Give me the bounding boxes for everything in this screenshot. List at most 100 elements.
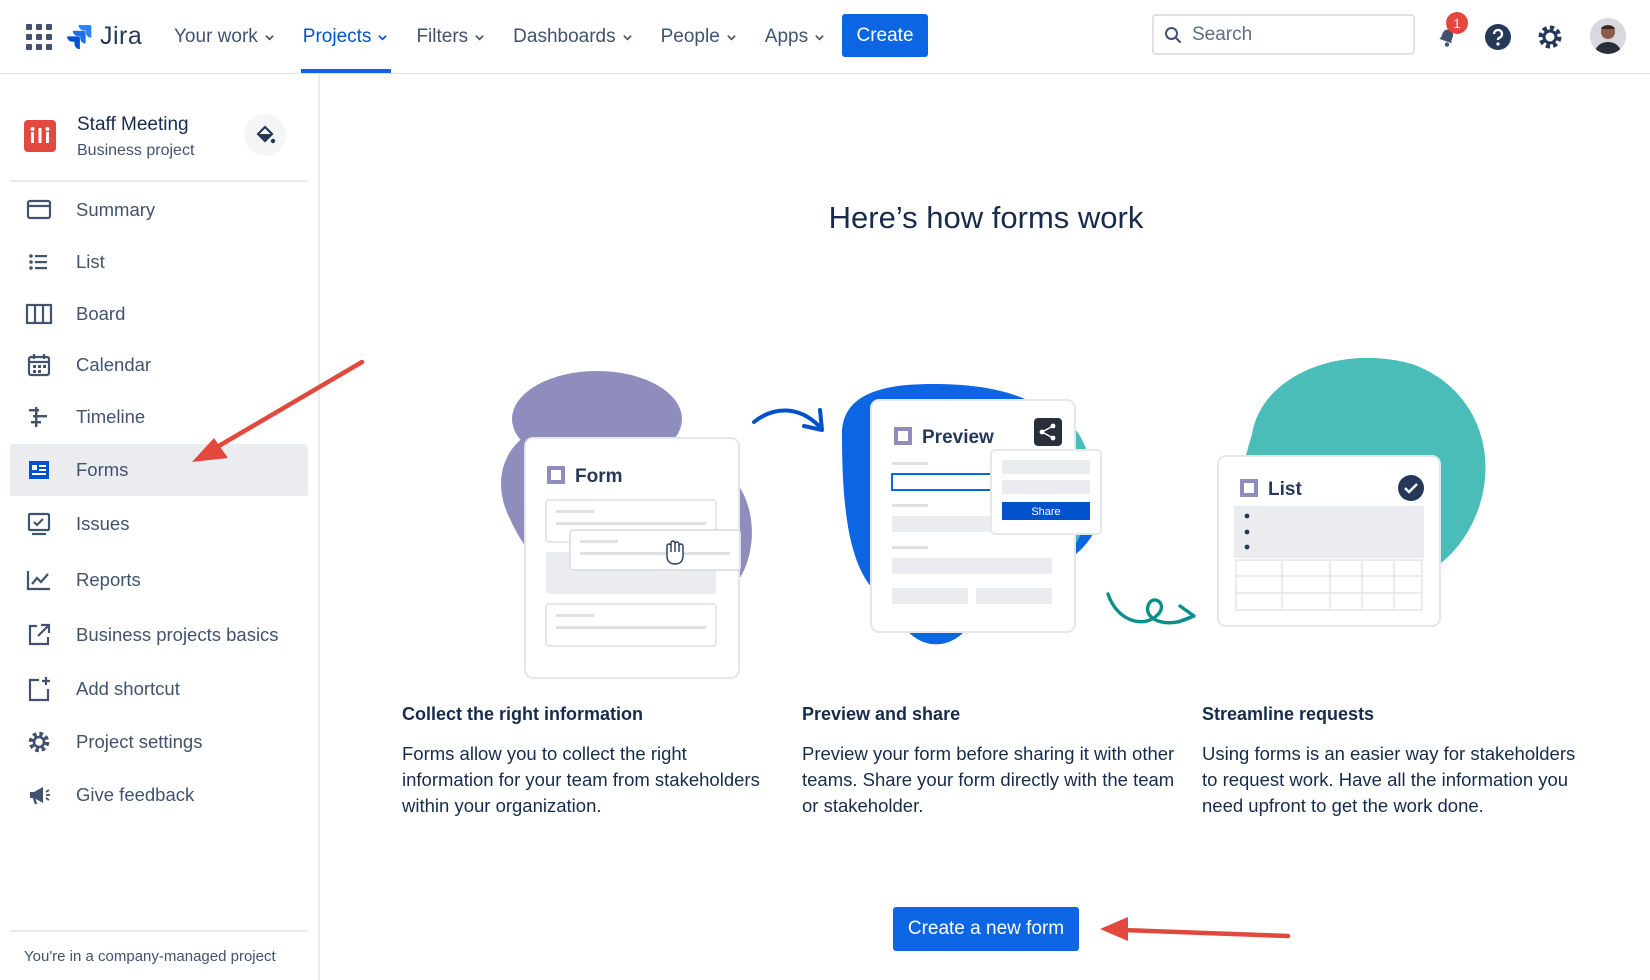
list-icon [24, 247, 54, 277]
nav-projects-label: Projects [302, 26, 372, 47]
chevron-down-icon [727, 34, 736, 41]
nav-your-work[interactable]: Your work [160, 0, 289, 74]
sidebar-item-label: Project settings [76, 731, 203, 752]
page-title: Here’s how forms work [828, 200, 1144, 235]
sidebar-footer-text: You're in a company-managed project [24, 948, 276, 965]
sidebar-item-project-settings[interactable]: Project settings [10, 716, 308, 768]
feature-body: Preview your form before sharing it with… [802, 743, 1175, 816]
top-navigation: Jira Your work Projects Filters Dashboar… [0, 0, 1650, 74]
sidebar-item-label: Board [76, 303, 126, 324]
feature-preview: Preview and share Preview your form befo… [802, 704, 1182, 819]
nav-apps[interactable]: Apps [751, 0, 839, 74]
settings-button[interactable] [1531, 18, 1569, 56]
search-icon [1165, 26, 1182, 43]
preview-card-illustration: Preview Share [842, 384, 1102, 645]
chevron-down-icon [475, 34, 484, 41]
feature-streamline: Streamline requests Using forms is an ea… [1202, 704, 1582, 819]
sidebar-item-label: Calendar [76, 354, 152, 375]
nav-people[interactable]: People [647, 0, 751, 74]
timeline-icon [24, 402, 54, 432]
app-switcher-icon[interactable] [26, 24, 52, 50]
paint-bucket-icon [256, 125, 276, 144]
search-input[interactable] [1192, 23, 1392, 46]
active-nav-indicator [301, 69, 391, 73]
sidebar-item-list[interactable]: List [10, 236, 308, 288]
list-card-illustration: List [1217, 357, 1486, 627]
forms-icon [24, 455, 54, 485]
share-button-label: Share [1031, 506, 1060, 518]
project-name: Staff Meeting [77, 114, 189, 135]
sidebar-item-board[interactable]: Board [10, 288, 308, 340]
sidebar-item-business-basics[interactable]: Business projects basics [10, 609, 308, 661]
sidebar-item-label: Forms [76, 459, 129, 480]
user-avatar-icon [1590, 18, 1626, 54]
nav-apps-label: Apps [764, 26, 809, 47]
sidebar-item-label: Business projects basics [76, 624, 279, 645]
nav-filters-label: Filters [416, 26, 469, 47]
help-icon [1485, 24, 1511, 50]
form-card-title: Form [575, 466, 623, 487]
search-box[interactable] [1152, 14, 1415, 55]
sidebar-item-add-shortcut[interactable]: Add shortcut [10, 663, 308, 715]
feature-body: Forms allow you to collect the right inf… [402, 743, 760, 816]
create-new-form-button[interactable]: Create a new form [893, 907, 1079, 951]
help-button[interactable] [1479, 18, 1517, 56]
sidebar-item-label: Issues [76, 513, 130, 534]
sidebar-item-summary[interactable]: Summary [10, 184, 308, 236]
sidebar-item-label: List [76, 251, 105, 272]
sidebar-item-reports[interactable]: Reports [10, 554, 308, 606]
nav-dashboards-label: Dashboards [513, 26, 616, 47]
project-header[interactable]: Staff Meeting Business project [24, 114, 294, 174]
form-card-illustration: Form [501, 371, 752, 679]
sidebar-item-label: Reports [76, 569, 141, 590]
issues-icon [24, 509, 54, 539]
chevron-down-icon [378, 34, 388, 41]
sidebar-item-timeline[interactable]: Timeline [10, 391, 308, 443]
calendar-icon [24, 350, 54, 380]
project-type: Business project [77, 142, 195, 159]
sidebar-item-label: Add shortcut [76, 678, 180, 699]
create-button[interactable]: Create [842, 14, 928, 57]
forms-empty-state: Here’s how forms work Form Preview Share… [322, 74, 1650, 980]
gear-icon [24, 727, 54, 757]
sidebar-footer-divider [10, 930, 308, 932]
feature-heading: Preview and share [802, 704, 961, 724]
gear-icon [1538, 25, 1562, 49]
nav-people-label: People [660, 26, 720, 47]
feature-body: Using forms is an easier way for stakeho… [1202, 743, 1576, 816]
sidebar-item-label: Give feedback [76, 784, 195, 805]
avatar[interactable] [1590, 18, 1626, 54]
jira-logo-text: Jira [100, 21, 143, 50]
sidebar-divider [10, 180, 308, 182]
chevron-down-icon [265, 34, 274, 41]
notifications-button[interactable]: 1 [1428, 12, 1468, 56]
nav-projects[interactable]: Projects [289, 0, 403, 74]
chevron-down-icon [815, 34, 824, 41]
forms-illustration: Form Preview Share List [501, 357, 1486, 679]
theme-button[interactable] [244, 114, 286, 156]
feature-heading: Collect the right information [402, 704, 643, 724]
sidebar-item-label: Timeline [76, 406, 146, 427]
sidebar-item-give-feedback[interactable]: Give feedback [10, 769, 308, 821]
jira-logo[interactable]: Jira [66, 18, 142, 54]
megaphone-icon [24, 780, 54, 810]
sidebar-item-issues[interactable]: Issues [10, 498, 308, 550]
summary-icon [24, 195, 54, 225]
project-avatar-icon [24, 120, 56, 152]
jira-logo-icon [67, 25, 92, 49]
external-link-icon [24, 620, 54, 650]
chevron-down-icon [622, 34, 632, 41]
nav-filters[interactable]: Filters [402, 0, 499, 74]
project-sidebar: Staff Meeting Business project Summary L… [0, 74, 320, 980]
list-card-title: List [1268, 479, 1302, 500]
add-shortcut-icon [24, 674, 54, 704]
sidebar-item-label: Summary [76, 199, 156, 220]
nav-your-work-label: Your work [174, 26, 258, 47]
sidebar-item-forms[interactable]: Forms [10, 444, 308, 496]
nav-dashboards[interactable]: Dashboards [499, 0, 646, 74]
sidebar-item-calendar[interactable]: Calendar [10, 339, 308, 391]
board-icon [24, 299, 54, 329]
reports-icon [24, 565, 54, 595]
preview-card-title: Preview [922, 427, 994, 448]
notification-badge: 1 [1446, 12, 1468, 34]
